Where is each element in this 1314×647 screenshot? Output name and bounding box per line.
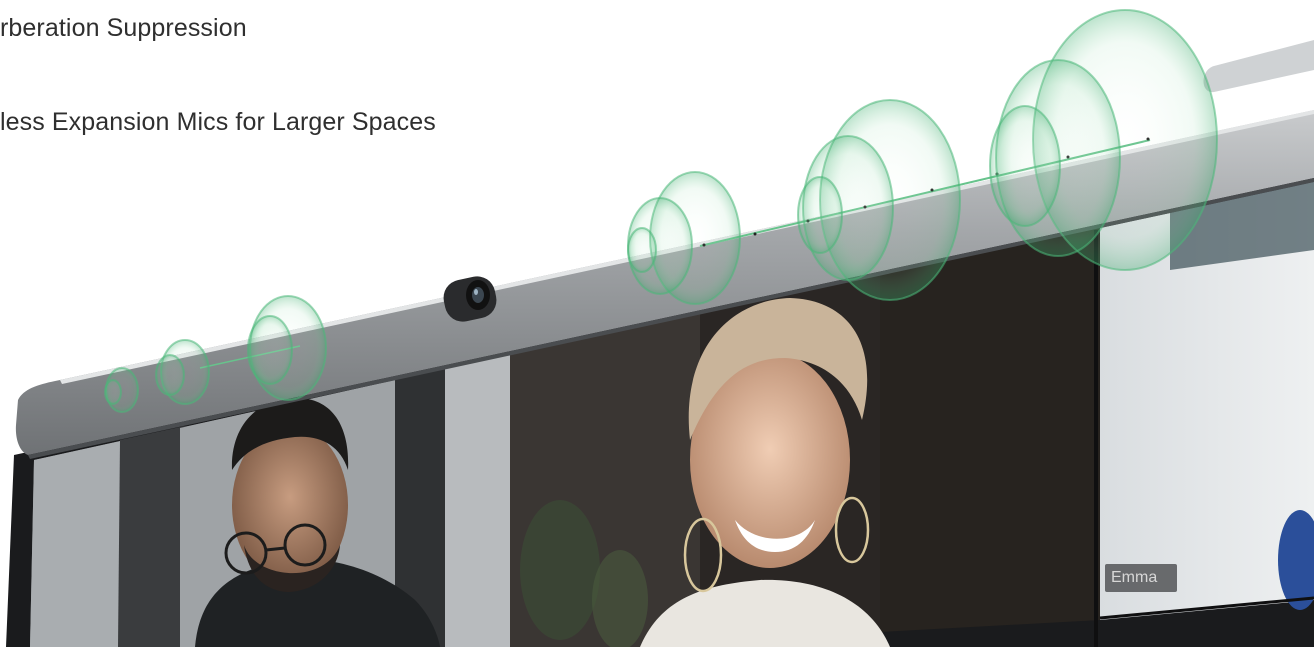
- participant-name-tag: Emma: [1105, 564, 1177, 592]
- product-hero: erberation Suppression eless Expansion M…: [0, 0, 1314, 647]
- video-bar-display-illustration: [6, 9, 1314, 647]
